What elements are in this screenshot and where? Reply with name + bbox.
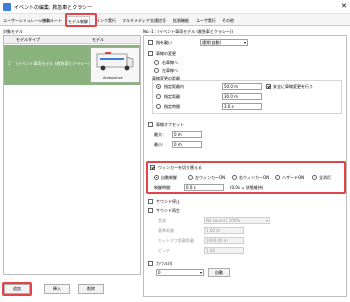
- tab-signal[interactable]: 交通信号: [149, 16, 167, 25]
- max-distance-label: カットオフ距離距離: [158, 238, 194, 243]
- tab-extensions[interactable]: 拡張機能: [172, 16, 190, 25]
- sound-source-select[interactable]: No sound | 100% ▾: [204, 217, 270, 224]
- sound-stop-label: サウンド停止: [156, 199, 180, 204]
- lane-left-label: 左車線へ: [162, 68, 178, 73]
- chevron-down-icon: ▾: [199, 270, 202, 275]
- horn-checkbox[interactable]: [148, 261, 153, 266]
- distance-within-input[interactable]: 50.0 m: [222, 83, 262, 90]
- row-model-type: (イベント車両モデル (救急車とクラシー): [16, 61, 90, 66]
- lane-offset-checkbox[interactable]: [148, 122, 153, 127]
- distance-input[interactable]: 30.0 m: [222, 93, 262, 100]
- add-button-highlight: [2, 282, 32, 296]
- tab-strip: ユーザーシミュレーション 移動ルート モデル制御 リンク実行 マルチメディア 交…: [0, 14, 350, 26]
- sound-source-value: No sound | 100%: [206, 218, 241, 223]
- distance-radio[interactable]: [156, 94, 161, 99]
- horn-value: 0: [158, 270, 161, 275]
- offset-max-label: 最大:: [154, 132, 164, 137]
- sound-play-checkbox[interactable]: [148, 208, 153, 213]
- ambulance-thumbnail: Ambulance: [90, 47, 140, 83]
- tab-highlight: [65, 13, 97, 27]
- tab-user-exec[interactable]: ユーザ実行: [195, 16, 217, 25]
- window-title: イベントの編集: 救急車とクラシー: [14, 5, 93, 11]
- lane-right-radio[interactable]: [154, 60, 159, 65]
- pitch-label: ピッチ: [158, 248, 170, 253]
- control-panel: 指を離い 通常(自動) ▾ 車線の変更 右車線へ 左車線へ 車線変更の距離 指定…: [143, 35, 347, 297]
- distance-label: 指定距離: [164, 94, 180, 99]
- offset-min-label: 最小:: [154, 142, 164, 147]
- table-row[interactable]: 1 (イベント車両モデル (救急車とクラシー) Ambulance: [4, 45, 140, 85]
- max-distance-input[interactable]: 1000.00 m: [204, 237, 244, 244]
- stop-mode-value: 通常(自動): [202, 40, 222, 45]
- tab-other[interactable]: その他: [221, 16, 235, 25]
- stop-label: 指を離い: [156, 40, 172, 45]
- distance-within-radio[interactable]: [156, 84, 161, 89]
- sound-play-label: サウンド再生: [156, 208, 180, 213]
- row-number: 1: [8, 61, 11, 66]
- stop-checkbox[interactable]: [148, 40, 153, 45]
- time-radio[interactable]: [156, 104, 161, 109]
- safe-change-checkbox[interactable]: [266, 84, 271, 89]
- app-icon: [3, 3, 11, 11]
- model-list-header: モデルタイプ モデル: [4, 36, 140, 44]
- winker-highlight: [146, 161, 346, 194]
- chevron-down-icon: ▾: [243, 40, 246, 45]
- column-model-type: モデルタイプ: [16, 37, 40, 42]
- chevron-down-icon: ▾: [265, 218, 268, 223]
- ref-distance-label: 基準距離: [158, 228, 174, 233]
- tab-link[interactable]: リンク実行: [95, 16, 117, 25]
- ambulance-icon: [96, 52, 134, 71]
- pitch-input[interactable]: 1.00: [204, 247, 244, 254]
- model-list: モデルタイプ モデル 1 (イベント車両モデル (救急車とクラシー) Ambul…: [3, 35, 141, 275]
- sound-stop-checkbox[interactable]: [148, 199, 153, 204]
- time-label: 指定時間: [164, 104, 180, 109]
- offset-min-input[interactable]: 0 m: [172, 141, 202, 148]
- column-model: モデル: [92, 37, 104, 42]
- sound-source-label: 音源: [158, 218, 166, 223]
- insert-button[interactable]: 挿入: [44, 284, 70, 294]
- close-icon[interactable]: ✕: [341, 2, 347, 10]
- safe-change-label: 安全に車線変更を行う: [273, 84, 313, 89]
- lane-offset-label: 車線オフセット: [156, 122, 184, 127]
- lane-change-checkbox[interactable]: [148, 51, 153, 56]
- horn-value-input[interactable]: 0 ▾: [156, 269, 204, 276]
- auto-button[interactable]: 自動: [208, 268, 230, 277]
- tab-multimedia[interactable]: マルチメディア: [121, 16, 151, 25]
- delete-button[interactable]: 削除: [78, 284, 104, 294]
- thumbnail-caption: Ambulance: [103, 76, 123, 80]
- stop-mode-select[interactable]: 通常(自動) ▾: [200, 39, 248, 46]
- horn-label: カウル(I): [156, 261, 173, 266]
- lane-change-label: 車線の変更: [156, 51, 176, 56]
- lane-right-label: 右車線へ: [162, 60, 178, 65]
- lane-left-radio[interactable]: [154, 68, 159, 73]
- tab-route[interactable]: 移動ルート: [41, 16, 63, 25]
- title-bar: イベントの編集: 救急車とクラシー ✕: [0, 0, 350, 14]
- time-input[interactable]: 3.0 s: [222, 103, 262, 110]
- distance-within-label: 指定距離内: [164, 84, 184, 89]
- ref-distance-input[interactable]: 1.00 m: [204, 227, 244, 234]
- offset-max-input[interactable]: 0 m: [172, 131, 202, 138]
